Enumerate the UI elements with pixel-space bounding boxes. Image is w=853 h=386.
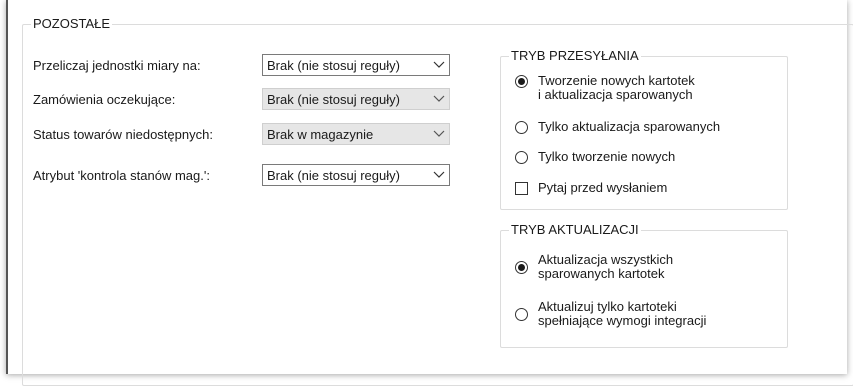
- radio-icon[interactable]: [515, 151, 528, 164]
- update-mode-title: TRYB AKTUALIZACJI: [509, 222, 641, 238]
- send-mode-title: TRYB PRZESYŁANIA: [509, 48, 641, 64]
- option-label: spełniające wymogi integracji: [538, 313, 707, 328]
- radio-selected-icon[interactable]: [515, 261, 528, 274]
- units-conversion-label: Przeliczaj jednostki miary na:: [33, 58, 201, 73]
- pending-orders-value: Brak (nie stosuj reguły): [267, 91, 400, 107]
- send-mode-create-and-update-option[interactable]: Tworzenie nowych kartotek i aktualizacja…: [515, 74, 695, 102]
- update-mode-group: TRYB AKTUALIZACJI: [500, 222, 788, 348]
- stock-control-attribute-select[interactable]: Brak (nie stosuj reguły): [262, 164, 450, 186]
- unavailable-status-value: Brak w magazynie: [267, 126, 374, 142]
- option-label: Tylko tworzenie nowych: [538, 149, 676, 164]
- chevron-down-icon[interactable]: [429, 55, 449, 75]
- chevron-down-icon[interactable]: [429, 124, 449, 144]
- radio-icon[interactable]: [515, 308, 528, 321]
- window-left-edge: [6, 0, 8, 374]
- radio-selected-icon[interactable]: [515, 75, 528, 88]
- chevron-down-icon[interactable]: [429, 89, 449, 109]
- option-label: Tworzenie nowych kartotek: [538, 73, 695, 88]
- send-mode-update-only-option[interactable]: Tylko aktualizacja sparowanych: [515, 120, 720, 134]
- option-label: sparowanych kartotek: [538, 266, 665, 281]
- unavailable-status-label: Status towarów niedostępnych:: [33, 127, 213, 142]
- update-mode-all-option[interactable]: Aktualizacja wszystkich sparowanych kart…: [515, 253, 673, 281]
- units-conversion-value: Brak (nie stosuj reguły): [267, 57, 400, 73]
- option-label: Tylko aktualizacja sparowanych: [538, 119, 721, 134]
- pending-orders-label: Zamówienia oczekujące:: [33, 92, 176, 107]
- units-conversion-select[interactable]: Brak (nie stosuj reguły): [262, 54, 450, 76]
- option-label: Aktualizacja wszystkich: [538, 252, 674, 267]
- option-label: i aktualizacja sparowanych: [538, 87, 693, 102]
- update-mode-matching-option[interactable]: Aktualizuj tylko kartoteki spełniające w…: [515, 300, 706, 328]
- pending-orders-select[interactable]: Brak (nie stosuj reguły): [262, 88, 450, 110]
- other-settings-title: POZOSTAŁE: [31, 16, 113, 32]
- confirm-before-send-checkbox[interactable]: Pytaj przed wysłaniem: [515, 181, 667, 195]
- send-mode-create-only-option[interactable]: Tylko tworzenie nowych: [515, 150, 675, 164]
- chevron-down-icon[interactable]: [429, 165, 449, 185]
- checkbox-label: Pytaj przed wysłaniem: [538, 180, 668, 195]
- stock-control-attribute-label: Atrybut 'kontrola stanów mag.':: [33, 168, 210, 183]
- unavailable-status-select[interactable]: Brak w magazynie: [262, 123, 450, 145]
- checkbox-icon[interactable]: [515, 182, 528, 195]
- option-label: Aktualizuj tylko kartoteki: [538, 299, 677, 314]
- stock-control-attribute-value: Brak (nie stosuj reguły): [267, 167, 400, 183]
- radio-icon[interactable]: [515, 121, 528, 134]
